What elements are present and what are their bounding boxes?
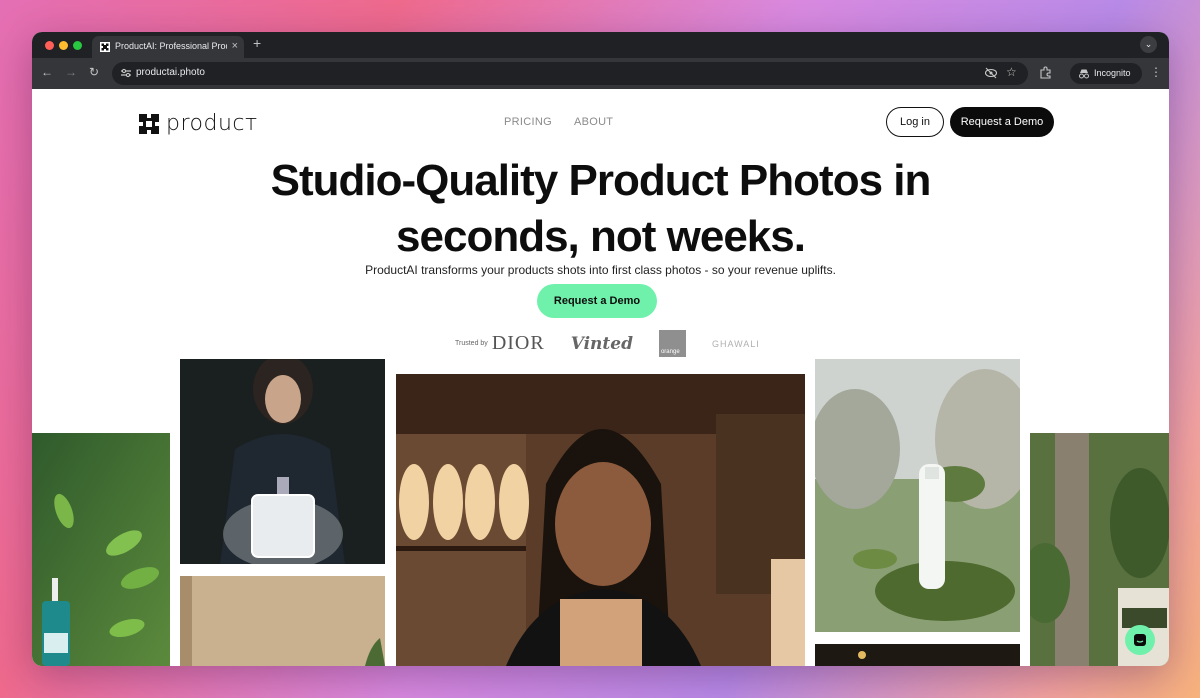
minimize-window-button[interactable] (59, 41, 68, 50)
address-bar[interactable]: productai.photo ☆ (112, 62, 1028, 85)
hero-title-line-1: Studio-Quality Product Photos in (270, 156, 932, 205)
logo-text: producт (166, 111, 258, 136)
hero-title: Studio-Quality Product Photos in seconds… (32, 153, 1169, 265)
model-holding-bag-photo (396, 374, 805, 666)
nav-link-about[interactable]: ABOUT (574, 116, 613, 128)
browser-tab[interactable]: ProductAI: Professional Product × (92, 36, 244, 58)
tab-search-icon[interactable]: ⌄ (1140, 36, 1157, 53)
tab-bar: ProductAI: Professional Product × + ⌄ (32, 32, 1169, 58)
trusted-by-label: Trusted by (455, 340, 488, 347)
incognito-icon (1079, 69, 1089, 79)
dark-flower-photo (815, 644, 1020, 666)
incognito-indicator[interactable]: Incognito (1070, 63, 1142, 84)
tab-title: ProductAI: Professional Product (115, 41, 227, 51)
close-window-button[interactable] (45, 41, 54, 50)
productai-logo[interactable]: producт (138, 111, 258, 136)
browser-toolbar: ← → ↻ productai.photo ☆ Incognito ⋮ (32, 58, 1169, 89)
main-nav: PRICING ABOUT (504, 116, 613, 128)
request-demo-nav-button[interactable]: Request a Demo (950, 107, 1054, 137)
webpage: producт PRICING ABOUT Log in Request a D… (32, 89, 1169, 666)
eye-off-icon[interactable] (984, 66, 998, 80)
url-text[interactable]: productai.photo (136, 67, 205, 78)
extensions-icon[interactable] (1039, 66, 1052, 79)
bookmark-star-icon[interactable]: ☆ (1006, 65, 1020, 79)
login-button[interactable]: Log in (886, 107, 944, 137)
productai-favicon-icon (100, 42, 110, 52)
serum-bottle-photo (32, 433, 170, 666)
bottle-on-moss-photo (815, 359, 1020, 632)
incognito-label: Incognito (1094, 68, 1131, 78)
brand-logo-orange: orange (658, 330, 686, 357)
nav-link-pricing[interactable]: PRICING (504, 116, 552, 128)
productai-logo-icon (139, 113, 159, 134)
hero-subtitle: ProductAI transforms your products shots… (365, 263, 836, 277)
beige-wall-photo (180, 576, 385, 666)
brand-logo-ghawali: GHAWALI (711, 338, 760, 349)
back-icon[interactable]: ← (41, 65, 53, 79)
perfume-model-photo (180, 359, 385, 564)
trusted-by-row: Trusted by DIOR Vinted orange GHAWALI (455, 330, 760, 357)
hero-title-line-2: seconds, not weeks. (396, 212, 806, 261)
request-demo-hero-button[interactable]: Request a Demo (537, 284, 657, 318)
forward-icon[interactable]: → (65, 65, 77, 79)
chat-icon (1134, 634, 1146, 646)
site-settings-icon[interactable] (120, 67, 132, 79)
browser-window: ProductAI: Professional Product × + ⌄ ← … (32, 32, 1169, 666)
maximize-window-button[interactable] (73, 41, 82, 50)
reload-icon[interactable]: ↻ (89, 65, 99, 79)
new-tab-icon[interactable]: + (253, 35, 261, 51)
brand-logo-vinted: Vinted (570, 333, 633, 354)
tab-close-icon[interactable]: × (232, 40, 238, 52)
brand-logo-dior: DIOR (491, 332, 545, 354)
chat-widget-button[interactable] (1125, 625, 1155, 655)
browser-menu-icon[interactable]: ⋮ (1150, 65, 1162, 79)
